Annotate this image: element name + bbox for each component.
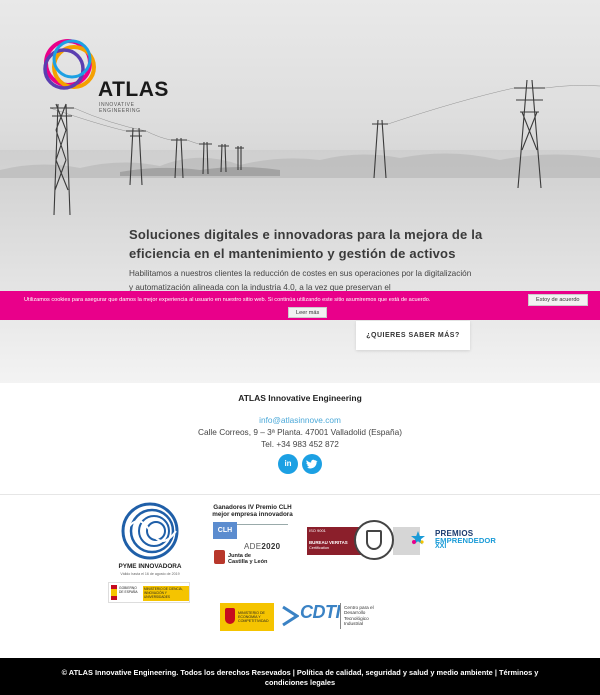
spain-coat-of-arms-icon xyxy=(225,608,235,624)
hero-section: ATLAS INNOVATIVE ENGINEERING Soluciones … xyxy=(0,0,600,383)
gobierno-label: GOBIERNO DE ESPAÑA xyxy=(119,586,138,594)
address: Calle Correos, 9 – 3ª Planta. 47001 Vall… xyxy=(197,427,402,437)
clh-badge: CLH xyxy=(213,522,237,539)
bv-seal-icon xyxy=(354,520,394,560)
ade-label: ADE xyxy=(244,542,262,551)
ade-logo: ADE2020 xyxy=(244,542,280,551)
jcyl-label: Junta de Castilla y León xyxy=(228,553,268,565)
cookie-message: Utilizamos cookies para asegurar que dam… xyxy=(24,297,431,303)
cookie-accept-button[interactable]: Estoy de acuerdo xyxy=(528,294,588,306)
linkedin-icon[interactable]: in xyxy=(278,454,298,474)
ministerio-ciencia-label: MINISTERIO DE CIENCIA, INNOVACIÓN Y UNIV… xyxy=(143,586,189,601)
email-link[interactable]: info@atlasinnove.com xyxy=(0,415,600,425)
cookie-consent-bar: Utilizamos cookies para asegurar que dam… xyxy=(0,291,600,320)
brand-tagline-2: ENGINEERING xyxy=(99,108,141,114)
company-name: ATLAS Innovative Engineering xyxy=(238,393,362,403)
cdti-separator xyxy=(340,603,341,629)
ade-year: 2020 xyxy=(261,542,281,551)
twitter-bird-icon xyxy=(306,459,318,469)
spain-flag-band xyxy=(111,589,117,596)
la-caixa-star-icon xyxy=(411,531,425,545)
twitter-icon[interactable] xyxy=(302,454,322,474)
bv-seal-shield xyxy=(366,530,382,550)
phone[interactable]: Tel. +34 983 452 872 xyxy=(0,439,600,449)
learn-more-button[interactable]: ¿QUIERES SABER MÁS? xyxy=(356,321,470,350)
bv-iso: ISO 9001 xyxy=(309,528,326,533)
brand-name: ATLAS xyxy=(98,78,169,101)
premios-line3: XXI xyxy=(435,543,447,550)
hero-title: Soluciones digitales e innovadoras para … xyxy=(129,227,483,261)
clh-award-title: Ganadores IV Premio CLH mejor empresa in… xyxy=(212,504,293,518)
cdti-label: Centro para el Desarrollo Tecnológico In… xyxy=(344,605,374,626)
cookie-read-more-button[interactable]: Leer más xyxy=(288,307,328,318)
jcyl-shield-icon xyxy=(214,550,225,564)
ministerio-economia-label: MINISTERIO DE ECONOMÍA Y COMPETITIVIDAD xyxy=(238,611,269,623)
cdti-mark-icon xyxy=(282,605,299,627)
pyme-label: PYME INNOVADORA xyxy=(118,563,182,570)
ministerio-economia-logo: MINISTERIO DE ECONOMÍA Y COMPETITIVIDAD xyxy=(220,603,274,631)
bv-name: BUREAU VERITAS xyxy=(309,540,348,545)
pyme-validity: Válido hasta el 16 de agosto de 2019 xyxy=(120,572,180,576)
contact-section: ATLAS Innovative Engineering info@atlasi… xyxy=(0,383,600,495)
site-footer: © ATLAS Innovative Engineering. Todos lo… xyxy=(0,658,600,695)
cdti-logo: CDTI xyxy=(300,602,341,622)
bv-cert: Certification xyxy=(309,546,330,550)
pyme-innovadora-logo xyxy=(121,502,179,560)
gobierno-logo: GOBIERNO DE ESPAÑA MINISTERIO DE CIENCIA… xyxy=(108,582,190,603)
footer-legal-links[interactable]: © ATLAS Innovative Engineering. Todos lo… xyxy=(40,668,560,688)
partner-logos-section: PYME INNOVADORA Válido hasta el 16 de ag… xyxy=(0,495,600,658)
